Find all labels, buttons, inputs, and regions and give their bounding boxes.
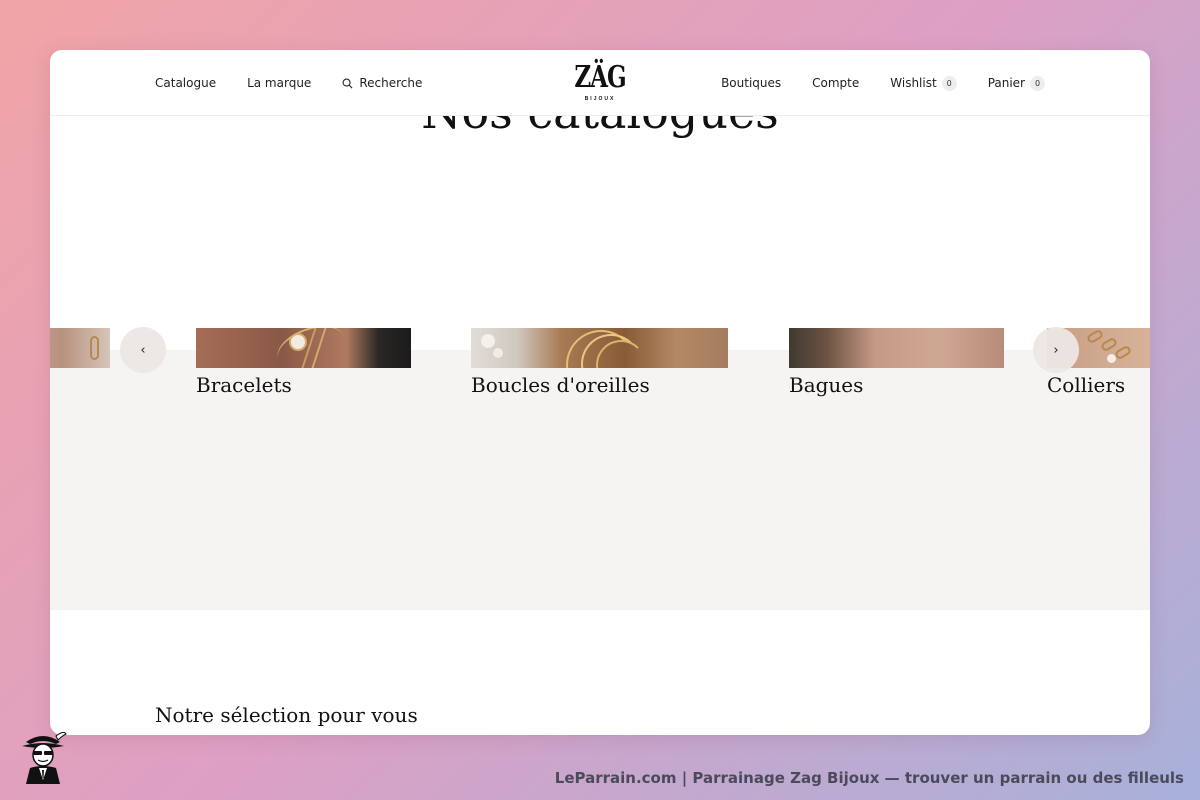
- nav-boutiques-label: Boutiques: [721, 76, 782, 90]
- nav-wishlist[interactable]: Wishlist 0: [890, 75, 957, 91]
- nav-catalogue[interactable]: Catalogue: [155, 76, 216, 90]
- browser-window: Nos catalogues Catalogue La marque Reche…: [50, 50, 1150, 735]
- search-icon: [342, 78, 353, 88]
- chevron-left-icon: ‹: [140, 342, 146, 358]
- nav-wishlist-label: Wishlist: [890, 76, 937, 90]
- mascot-icon: [22, 731, 67, 784]
- category-label: Bagues: [789, 373, 864, 397]
- category-card-boucles-oreilles[interactable]: Boucles d'oreilles: [471, 328, 728, 397]
- nav-panier[interactable]: Panier 0: [987, 75, 1045, 91]
- brand-logo[interactable]: ZÄG BIJOUX: [574, 60, 626, 106]
- carousel-prev-button[interactable]: ‹: [120, 327, 166, 373]
- logo-subtext: BIJOUX: [584, 96, 616, 102]
- category-card-boucles-partial[interactable]: illes: [50, 328, 110, 397]
- section-title: Notre sélection pour vous: [155, 703, 418, 727]
- site-header: Catalogue La marque Recherche ZÄG BIJOUX…: [50, 50, 1150, 116]
- nav-compte[interactable]: Compte: [812, 76, 859, 90]
- nav-recherche-label: Recherche: [359, 76, 423, 90]
- footer-caption: LeParrain.com | Parrainage Zag Bijoux — …: [554, 769, 1184, 787]
- nav-la-marque-label: La marque: [247, 76, 312, 90]
- chevron-right-icon: ›: [1053, 342, 1059, 358]
- category-image: [196, 328, 411, 368]
- carousel-next-button[interactable]: ›: [1033, 327, 1079, 373]
- category-label: illes: [50, 373, 110, 397]
- nav-panier-label: Panier: [987, 76, 1025, 90]
- nav-left: Catalogue La marque Recherche: [155, 50, 453, 116]
- category-image: [789, 328, 1004, 368]
- category-label: Colliers: [1047, 373, 1126, 397]
- category-image: [471, 328, 728, 368]
- cart-count-badge: 0: [1030, 75, 1045, 91]
- nav-recherche[interactable]: Recherche: [342, 76, 422, 90]
- category-label: Boucles d'oreilles: [471, 373, 650, 397]
- nav-boutiques[interactable]: Boutiques: [721, 76, 781, 90]
- nav-compte-label: Compte: [812, 76, 860, 90]
- category-image: [50, 328, 110, 368]
- wishlist-count-badge: 0: [941, 75, 957, 91]
- category-card-bagues[interactable]: Bagues: [789, 328, 1004, 397]
- nav-catalogue-label: Catalogue: [155, 76, 217, 90]
- nav-right: Boutiques Compte Wishlist 0 Panier 0: [690, 50, 1045, 116]
- category-label: Bracelets: [196, 373, 292, 397]
- category-card-bracelets[interactable]: Bracelets: [196, 328, 411, 397]
- logo-mark: ZÄG: [574, 59, 626, 95]
- nav-la-marque[interactable]: La marque: [247, 76, 311, 90]
